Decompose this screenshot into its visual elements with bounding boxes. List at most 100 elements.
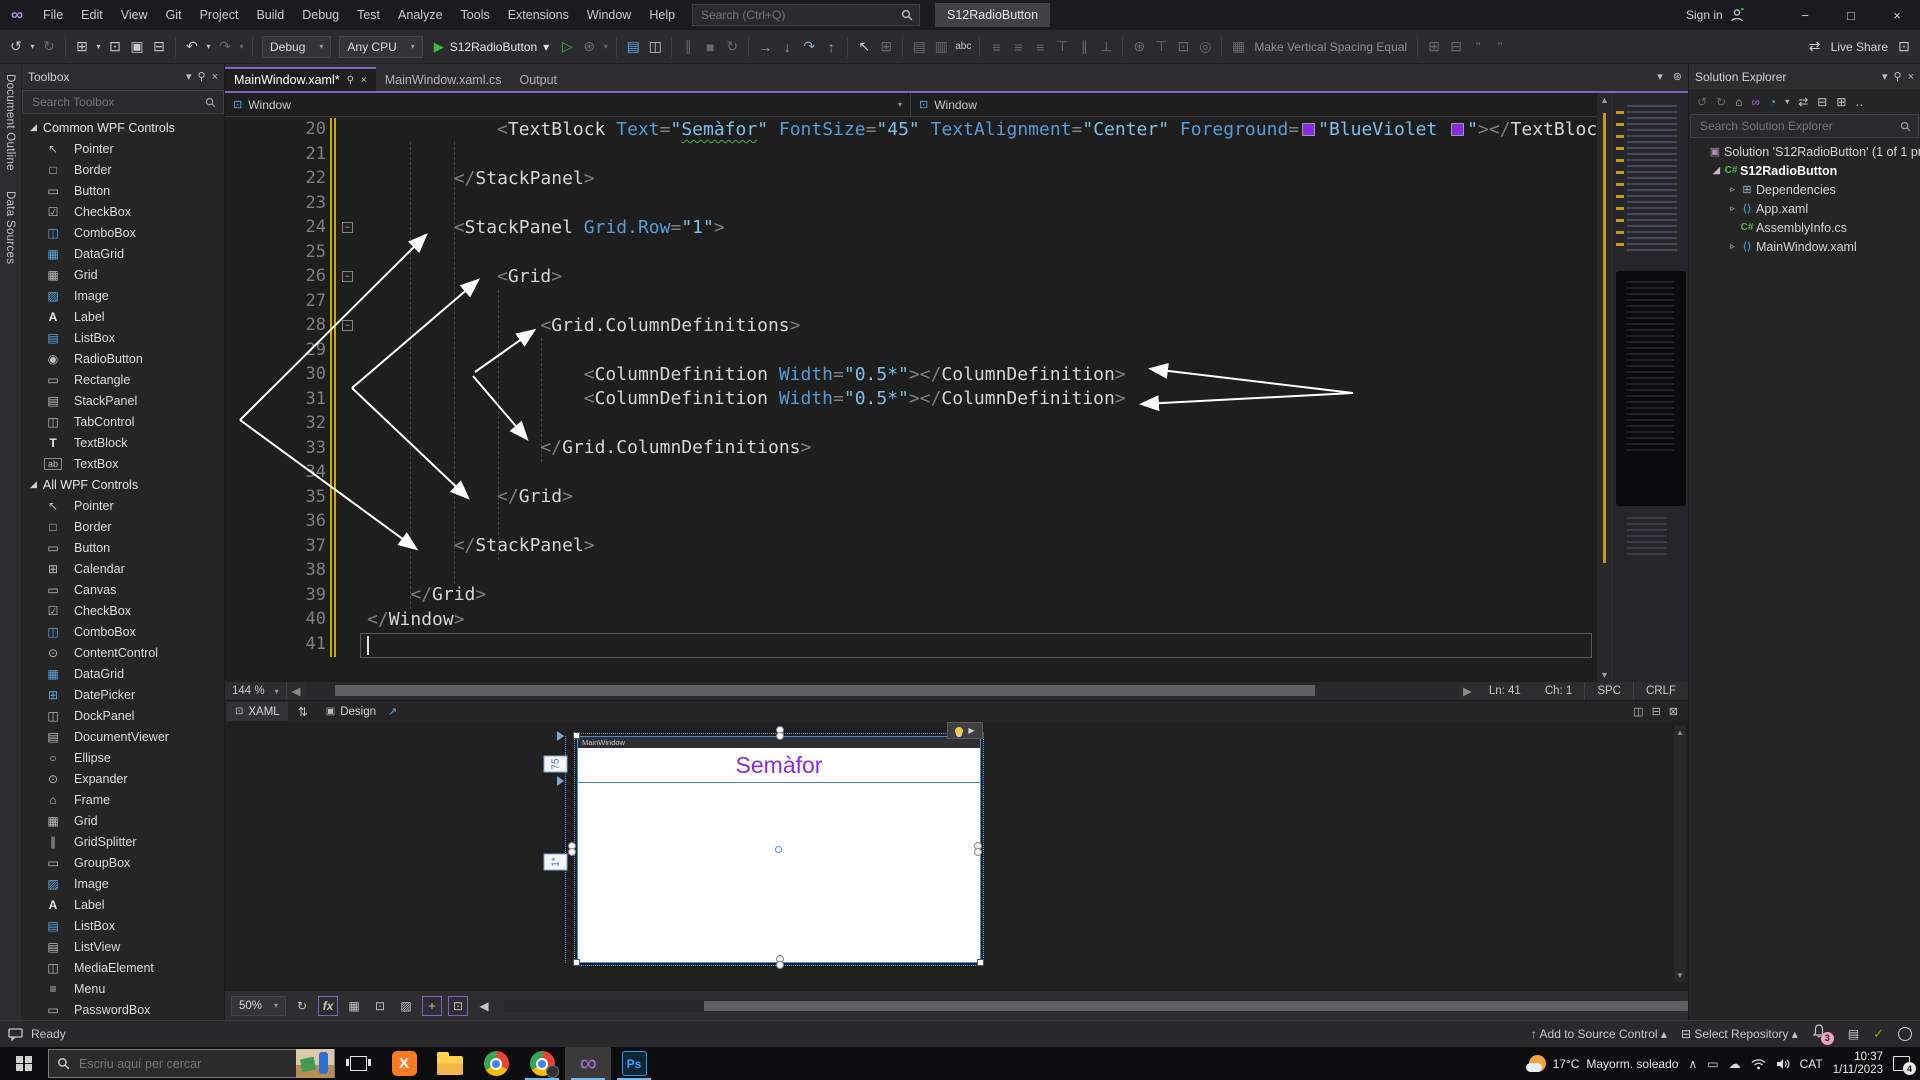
toolbox-item-button[interactable]: ▭ Button [22,537,224,558]
status-spaces[interactable]: SPC [1584,682,1633,700]
taskbar-app-photoshop[interactable]: Ps [611,1047,657,1080]
start-debugging-button[interactable]: ▶ S12RadioButton ▾ [428,35,555,59]
minimize-button[interactable]: − [1782,0,1828,30]
code-line[interactable]: 29 [225,338,1597,363]
code-line[interactable]: 23 [225,191,1597,216]
forward-icon[interactable]: ↻ [1716,95,1726,109]
properties-icon[interactable]: ⊞ [1836,95,1846,109]
collapsed-icon[interactable]: ▹ [1727,241,1738,252]
start-button[interactable] [0,1047,48,1080]
add-to-source-control-button[interactable]: ↑ Add to Source Control ▴ [1531,1027,1667,1041]
scroll-left-icon[interactable]: ◀ [287,684,306,698]
action-center-button[interactable]: 4 [1893,1056,1916,1075]
pin-icon[interactable]: ⚲ [347,75,354,86]
toolbox-item-listbox[interactable]: ▤ ListBox [22,915,224,936]
editor-horizontal-scrollbar[interactable] [305,682,1458,700]
toolbox-item-image[interactable]: ▨ Image [22,285,224,306]
fit-selection-icon[interactable]: ⊡ [1173,35,1193,59]
show-annotations-icon[interactable]: ⊡ [448,995,469,1016]
resize-handle-bottom-right[interactable] [977,959,984,966]
toolbox-item-combobox[interactable]: ◫ ComboBox [22,621,224,642]
expand-pane-icon[interactable]: ⊠ [1669,705,1678,718]
horizontal-split-icon[interactable]: ⊟ [1652,705,1661,718]
expanded-icon[interactable]: ◢ [1711,165,1722,176]
menu-view[interactable]: View [112,0,157,30]
align-left-edges-icon[interactable]: ≡ [986,35,1006,59]
taskbar-app-chrome[interactable] [473,1047,519,1080]
back-icon[interactable]: ↺ [1697,95,1707,109]
menu-analyze[interactable]: Analyze [389,0,451,30]
feedback-icon[interactable]: ⊡ [1894,35,1914,59]
resize-handle-top-left[interactable] [573,732,580,739]
menu-file[interactable]: File [34,0,72,30]
code-line[interactable]: 22 </StackPanel> [225,166,1597,191]
switch-views-icon[interactable]: ∞ [1751,95,1760,109]
toolbox-item-frame[interactable]: ⌂ Frame [22,789,224,810]
toolbox-item-mediaelement[interactable]: ◫ MediaElement [22,957,224,978]
row-divider-marker[interactable] [557,776,569,786]
scroll-right-icon[interactable]: ▶ [1458,684,1477,698]
resize-handle-bottom-left[interactable] [573,959,580,966]
solution-configuration-dropdown[interactable]: Debug ▾ [262,35,332,58]
tab-document-outline[interactable]: Document Outline [0,64,20,181]
tree-item-s12radiobutton[interactable]: ◢ C# S12RadioButton [1689,161,1920,180]
toolbox-item-datepicker[interactable]: ⊞ DatePicker [22,684,224,705]
toolbox-item-listbox[interactable]: ▤ ListBox [22,327,224,348]
preview-heading[interactable]: Semàfor [578,748,980,782]
toolbox-item-label[interactable]: A Label [22,894,224,915]
align-tops-icon[interactable]: ⊤ [1052,35,1072,59]
live-share-label[interactable]: Live Share [1827,40,1892,54]
speaker-icon[interactable] [1776,1058,1790,1070]
navigate-backward-icon[interactable]: ↺ [6,35,26,59]
close-icon[interactable]: × [212,71,218,83]
align-right-edges-icon[interactable]: ≡ [1030,35,1050,59]
collapsed-icon[interactable]: ▹ [1727,184,1738,195]
nav-dropdown-right[interactable]: ⊡ Window [911,93,1597,116]
taskbar-app-file-explorer[interactable] [427,1047,473,1080]
editor-vertical-scrollbar[interactable]: ▲ ▼ [1597,93,1612,682]
save-icon[interactable]: ▣ [127,35,147,59]
toolbox-item-dockpanel[interactable]: ◫ DockPanel [22,705,224,726]
toolbox-item-tabcontrol[interactable]: ◫ TabControl [22,411,224,432]
chevron-down-icon[interactable]: ▾ [1657,70,1663,83]
onedrive-cloud-icon[interactable]: ☁ [1729,1057,1741,1071]
toolbox-item-canvas[interactable]: ▭ Canvas [22,579,224,600]
design-vertical-scrollbar[interactable]: ▲ ▼ [1674,726,1686,982]
toolbox-search-box[interactable] [22,90,224,114]
keyboard-language[interactable]: CAT [1800,1057,1823,1071]
fold-collapse-icon[interactable]: − [342,271,353,282]
taskbar-app-chrome-profile[interactable] [519,1047,565,1080]
status-line-endings[interactable]: CRLF [1632,682,1688,700]
scrollbar-map[interactable] [1612,93,1688,682]
toolbox-item-expander[interactable]: ⊙ Expander [22,768,224,789]
toolbox-section-all[interactable]: ◢ All WPF Controls [22,474,224,495]
navigate-forward-icon[interactable]: ↻ [39,35,59,59]
toolbox-item-combobox[interactable]: ◫ ComboBox [22,222,224,243]
anchor-left-icon[interactable] [567,842,576,857]
pin-icon[interactable]: ⊤ [1151,35,1171,59]
show-effects-icon[interactable]: fx [318,995,339,1016]
anchor-right-icon[interactable] [973,842,982,857]
spell-check-icon[interactable]: abc [953,35,973,59]
health-shield-icon[interactable]: ✓ [1873,1026,1884,1042]
hot-reload-menu-icon[interactable]: ▾ [601,35,610,59]
taskbar-clock[interactable]: 10:37 1/11/2023 [1833,1051,1883,1077]
code-line[interactable]: 28 <Grid.ColumnDefinitions> [225,313,1597,338]
fold-collapse-icon[interactable]: − [342,222,353,233]
tab-data-sources[interactable]: Data Sources [0,181,20,274]
toolbox-item-textblock[interactable]: T TextBlock [22,432,224,453]
code-line[interactable]: 31 <ColumnDefinition Width="0.5*"></Colu… [225,387,1597,412]
toolbox-item-checkbox[interactable]: ☑ CheckBox [22,201,224,222]
solution-platform-dropdown[interactable]: Any CPU ▾ [339,35,423,58]
xaml-code-editor[interactable]: 20 <TextBlock Text="Semàfor" FontSize="4… [225,117,1597,682]
toolbox-item-gridsplitter[interactable]: ∥ GridSplitter [22,831,224,852]
align-middles-icon[interactable]: ∥ [1074,35,1094,59]
pin-icon[interactable]: ⚲ [1894,70,1902,83]
sync-with-active-document-icon[interactable]: ⇄ [1798,95,1808,109]
align-horizontal-centers-icon[interactable]: ≡ [1008,35,1028,59]
step-out-icon[interactable]: ↑ [821,35,841,59]
comment-icon[interactable]: ” [1468,35,1488,59]
chevron-down-icon[interactable]: ▾ [186,70,192,83]
menu-debug[interactable]: Debug [293,0,348,30]
step-over-icon[interactable]: ↷ [799,35,819,59]
